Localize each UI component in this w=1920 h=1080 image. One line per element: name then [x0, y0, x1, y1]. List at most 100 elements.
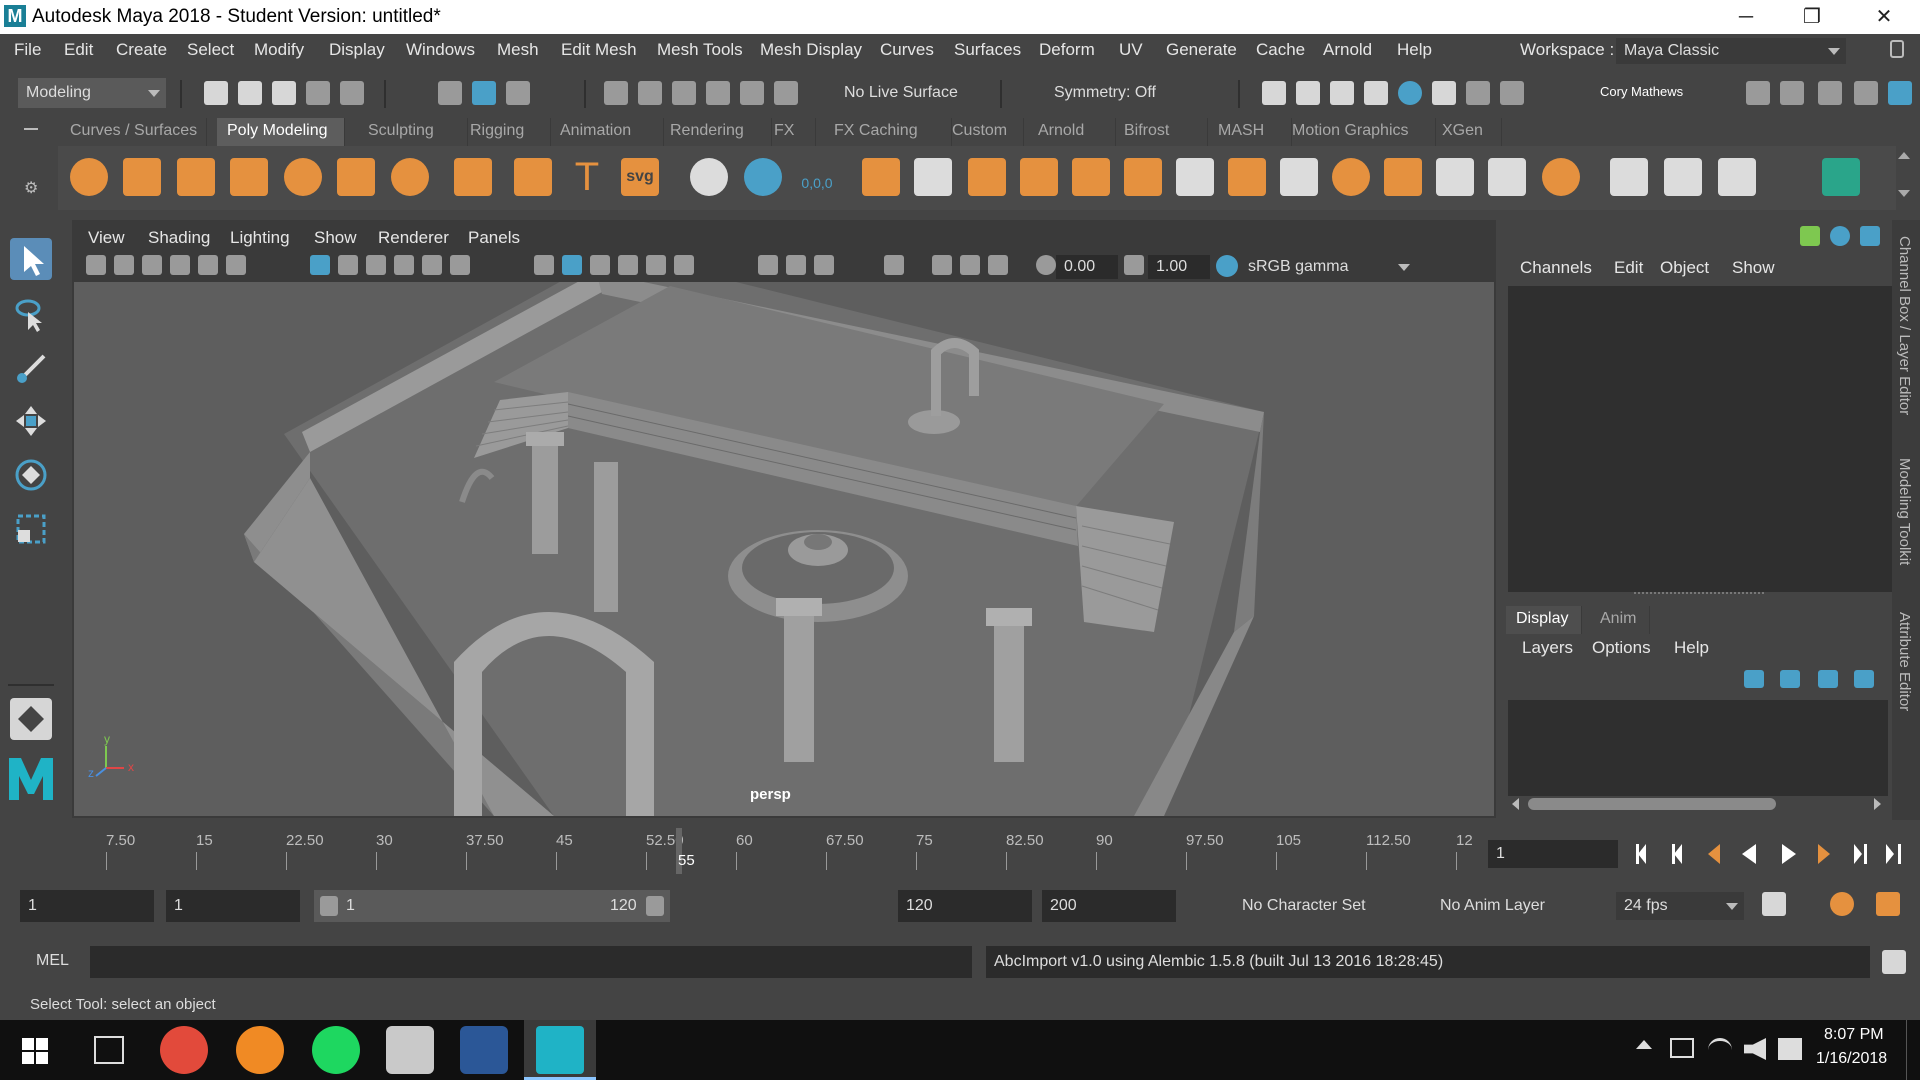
show-desktop-button[interactable]	[1906, 1020, 1920, 1080]
gamma-icon[interactable]	[1124, 255, 1144, 275]
ambient-occlusion-icon[interactable]	[758, 255, 778, 275]
layer-menu-help[interactable]: Help	[1674, 638, 1709, 658]
layer-menu-layers[interactable]: Layers	[1522, 638, 1573, 658]
clock-date[interactable]: 1/16/2018	[1816, 1050, 1887, 1068]
wifi-icon[interactable]	[1708, 1038, 1732, 1058]
separate-icon[interactable]	[914, 158, 952, 196]
script-editor-icon[interactable]	[1882, 950, 1906, 974]
gate-mask-icon[interactable]	[394, 255, 414, 275]
shadows-icon[interactable]	[674, 255, 694, 275]
select-camera-icon[interactable]	[86, 255, 106, 275]
chat-icon[interactable]	[1778, 1038, 1802, 1060]
menu-deform[interactable]: Deform	[1039, 40, 1095, 60]
shelf-tab-sculpting[interactable]: Sculpting	[358, 118, 468, 146]
side-tab-channel-box[interactable]: Channel Box / Layer Editor	[1896, 236, 1913, 415]
xray-icon[interactable]	[932, 255, 952, 275]
new-layer-selected-icon[interactable]	[1854, 670, 1874, 688]
anti-aliasing-icon[interactable]	[786, 255, 806, 275]
step-back-frame-button[interactable]	[1668, 838, 1690, 870]
menu-display[interactable]: Display	[329, 40, 385, 60]
playback-start-field[interactable]: 1	[166, 890, 300, 922]
gamma-field[interactable]: 1.00	[1148, 255, 1210, 279]
menu-uv[interactable]: UV	[1119, 40, 1143, 60]
maya-taskbar-button[interactable]	[524, 1020, 596, 1080]
uv-editor-icon[interactable]	[1664, 158, 1702, 196]
step-forward-frame-button[interactable]	[1850, 838, 1872, 870]
poly-sphere-icon[interactable]	[70, 158, 108, 196]
layer-menu-options[interactable]: Options	[1592, 638, 1651, 658]
shelf-tab-arnold[interactable]: Arnold	[1028, 118, 1116, 146]
shelf-tab-motion-graphics[interactable]: Motion Graphics	[1282, 118, 1436, 146]
chrome-icon[interactable]	[160, 1026, 208, 1074]
loop-icon[interactable]	[1762, 892, 1786, 916]
shelf-menu-icon[interactable]	[24, 128, 38, 130]
shelf-tab-poly-modeling[interactable]: Poly Modeling	[217, 118, 345, 146]
spotify-icon[interactable]	[312, 1026, 360, 1074]
select-hierarchy-icon[interactable]	[438, 81, 462, 105]
channel-menu-edit[interactable]: Edit	[1614, 258, 1643, 278]
menu-mesh-display[interactable]: Mesh Display	[760, 40, 862, 60]
target-weld-icon[interactable]	[1718, 158, 1756, 196]
save-scene-icon[interactable]	[272, 81, 296, 105]
side-tab-modeling-toolkit[interactable]: Modeling Toolkit	[1896, 458, 1913, 565]
extrude-icon[interactable]	[1332, 158, 1370, 196]
file-manager-icon[interactable]	[386, 1026, 434, 1074]
bookmarks-icon[interactable]	[142, 255, 162, 275]
viewport-menu-view[interactable]: View	[88, 228, 125, 248]
light-editor-icon[interactable]	[1466, 81, 1490, 105]
combine-icon[interactable]	[862, 158, 900, 196]
create-uv-icon[interactable]	[1822, 158, 1860, 196]
pause-icon[interactable]	[1500, 81, 1524, 105]
shelf-tab-mash[interactable]: MASH	[1208, 118, 1292, 146]
bridge-icon[interactable]	[1280, 158, 1318, 196]
move-layer-up-icon[interactable]	[1744, 670, 1764, 688]
menu-edit[interactable]: Edit	[64, 40, 93, 60]
viewport-menu-renderer[interactable]: Renderer	[378, 228, 449, 248]
channel-menu-channels[interactable]: Channels	[1520, 258, 1592, 278]
menu-modify[interactable]: Modify	[254, 40, 304, 60]
sidebar-toggle-icon[interactable]	[1746, 81, 1770, 105]
snap-grid-icon[interactable]	[604, 81, 628, 105]
minimize-button[interactable]: ─	[1718, 0, 1774, 34]
layer-tab-anim[interactable]: Anim	[1590, 606, 1650, 634]
make-live-icon[interactable]	[740, 81, 764, 105]
menu-arnold[interactable]: Arnold	[1323, 40, 1372, 60]
modeling-toolkit-icon[interactable]	[1780, 81, 1804, 105]
shelf-settings-gear-icon[interactable]: ⚙	[24, 178, 38, 198]
isolate-select-icon[interactable]	[884, 255, 904, 275]
render-setup-icon[interactable]	[1432, 81, 1456, 105]
retopologize-icon[interactable]	[1176, 158, 1214, 196]
battery-icon[interactable]	[1670, 1038, 1694, 1058]
maximize-button[interactable]: ❐	[1784, 0, 1840, 34]
play-backwards-button[interactable]	[1740, 838, 1762, 870]
menu-select[interactable]: Select	[187, 40, 234, 60]
animation-preferences-icon[interactable]	[1876, 892, 1900, 916]
wireframe-icon[interactable]	[534, 255, 554, 275]
step-forward-key-button[interactable]	[1812, 838, 1834, 870]
side-tab-attribute-editor[interactable]: Attribute Editor	[1896, 612, 1913, 711]
mirror-icon[interactable]	[968, 158, 1006, 196]
layer-tab-display[interactable]: Display	[1506, 606, 1582, 634]
workspace-select[interactable]: Maya Classic	[1616, 38, 1846, 64]
xray-components-icon[interactable]	[988, 255, 1008, 275]
current-frame-field[interactable]: 1	[1488, 840, 1618, 868]
shelf-scroll-down-icon[interactable]	[1898, 190, 1910, 197]
use-all-lights-icon[interactable]	[646, 255, 666, 275]
scroll-left-icon[interactable]	[1512, 798, 1519, 810]
exposure-field[interactable]: 0.00	[1056, 255, 1118, 279]
poly-plane-icon[interactable]	[337, 158, 375, 196]
lasso-tool-icon[interactable]	[10, 292, 52, 334]
3d-scene-view[interactable]: y x z persp	[74, 282, 1494, 816]
select-component-icon[interactable]	[506, 81, 530, 105]
menu-generate[interactable]: Generate	[1166, 40, 1237, 60]
playback-end-field[interactable]: 120	[898, 890, 1032, 922]
menu-curves[interactable]: Curves	[880, 40, 934, 60]
snap-point-icon[interactable]	[672, 81, 696, 105]
smooth-icon[interactable]	[1020, 158, 1058, 196]
command-input[interactable]	[90, 946, 972, 978]
channel-menu-object[interactable]: Object	[1660, 258, 1709, 278]
anim-layer-select[interactable]: No Anim Layer	[1432, 890, 1582, 922]
snowflake-icon[interactable]: 0,0,0	[798, 158, 836, 196]
shelf-tab-rendering[interactable]: Rendering	[660, 118, 772, 146]
open-scene-icon[interactable]	[238, 81, 262, 105]
